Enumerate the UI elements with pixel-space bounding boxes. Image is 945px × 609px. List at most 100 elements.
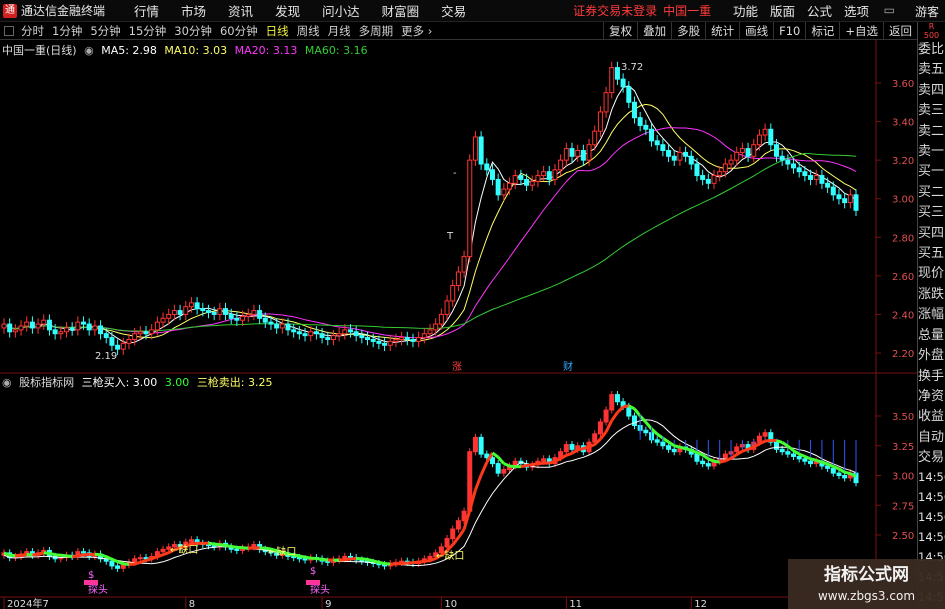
menu-item-1[interactable]: 市场 (170, 1, 217, 20)
candle-body (825, 182, 831, 188)
site-watermark: 指标公式网 www.zbgs3.com (788, 559, 945, 609)
kline-chart[interactable]: 3.72 2.19 涨 财 T - ←缺口 ←缺口 ←缺口 $ $ 探头 探头 3.60 3.40 3.2… (0, 40, 917, 609)
candle-body (541, 171, 547, 177)
quote-label-15: 外盘 (918, 348, 945, 364)
tool-button-4[interactable]: 画线 (739, 22, 773, 40)
tool-button-8[interactable]: 返回 (883, 22, 917, 40)
date-label: 12 (694, 599, 707, 609)
minimize-icon[interactable]: ▭ (884, 3, 895, 17)
tool-button-1[interactable]: 叠加 (637, 22, 671, 40)
sub-trend-line (151, 555, 158, 561)
period-tab-7[interactable]: 周线 (293, 23, 324, 39)
period-tab-9[interactable]: 多周期 (355, 23, 398, 39)
candle-body (813, 175, 819, 180)
menu-item-6[interactable]: 交易 (430, 1, 477, 20)
quote-label-8: 买三 (918, 205, 945, 221)
candle-body (115, 344, 121, 350)
sub-trend-line (673, 444, 681, 449)
period-tab-10[interactable]: 更多 › (397, 23, 436, 39)
candle-body (677, 151, 683, 161)
sub-trend-line (37, 551, 45, 556)
candle-body (643, 124, 649, 130)
tool-button-5[interactable]: F10 (773, 22, 805, 40)
tool-button-2[interactable]: 多股 (671, 22, 705, 40)
candle-body (126, 339, 132, 344)
candle-body (245, 313, 251, 317)
candle-body (18, 325, 24, 331)
candle-body (785, 159, 791, 165)
candle-body (347, 329, 353, 333)
candle-body (569, 148, 575, 157)
sub-trend-line (565, 451, 573, 457)
candle-body (660, 144, 666, 152)
quote-label-18: 收益 (918, 409, 945, 425)
candle-body (268, 321, 274, 325)
sub-candle-body (109, 560, 115, 567)
sub-trend-line (786, 444, 795, 452)
candle-body (847, 194, 853, 204)
candle-body (728, 159, 734, 165)
candle-body (279, 323, 285, 329)
period-tab-3[interactable]: 15分钟 (125, 23, 171, 39)
right-menu-item-0[interactable]: 功能 (727, 1, 764, 20)
right-menu-item-3[interactable]: 选项 (838, 1, 875, 20)
menu-item-2[interactable]: 资讯 (217, 1, 264, 20)
sub-trend-line (372, 559, 380, 564)
tool-button-6[interactable]: 标记 (805, 22, 839, 40)
candle-body (205, 310, 211, 314)
layout-icon[interactable] (4, 25, 14, 36)
tool-button-3[interactable]: 统计 (705, 22, 739, 40)
candle-body (734, 151, 740, 161)
sub-candle-body (569, 444, 575, 450)
sub-trend-line (123, 562, 130, 567)
period-tab-0[interactable]: 分时 (17, 23, 48, 39)
tool-button-7[interactable]: +自选 (839, 22, 883, 40)
candle-body (58, 331, 64, 335)
menu-item-0[interactable]: 行情 (123, 1, 170, 20)
sub-trend-line (644, 421, 653, 430)
guest-label[interactable]: 游客 (915, 3, 939, 20)
sub-pane: ←缺口 ←缺口 ←缺口 $ $ 探头 探头 (1, 391, 859, 596)
sub-trend-line (526, 463, 533, 467)
quote-label-11: 现价 (918, 266, 945, 282)
menu-item-5[interactable]: 财富圈 (371, 1, 431, 20)
candle-body (791, 163, 797, 169)
sub-trend-line (117, 560, 124, 566)
app-logo-icon: 通 (3, 3, 17, 18)
candle-body (711, 175, 717, 184)
sub-candle-body (132, 558, 138, 563)
sub-candle-body (842, 475, 848, 479)
candle-body (359, 335, 365, 339)
period-tab-1[interactable]: 1分钟 (48, 23, 86, 39)
candle-body (211, 312, 217, 315)
sub-candle-body (302, 558, 308, 561)
candle-body (705, 178, 711, 184)
candle-body (575, 150, 581, 157)
sub-trend-line (225, 543, 232, 548)
period-tab-2[interactable]: 5分钟 (86, 23, 124, 39)
sub-trend-line (610, 411, 619, 422)
quote-label-6: 买一 (918, 164, 945, 180)
login-notice[interactable]: 证券交易未登录 中国一重 (573, 2, 711, 19)
menu-item-3[interactable]: 发现 (264, 1, 311, 20)
sub-trend-line (662, 436, 670, 444)
period-tab-4[interactable]: 30分钟 (170, 23, 216, 39)
period-tab-5[interactable]: 60分钟 (216, 23, 262, 39)
candle-body (489, 169, 495, 180)
sub-candle-body (495, 463, 501, 474)
tool-button-0[interactable]: 复权 (603, 22, 637, 40)
candle-body (393, 339, 399, 342)
sub-trend-line (66, 554, 73, 559)
candle-body (137, 331, 143, 335)
sub-candle-body (705, 463, 711, 467)
period-tab-6[interactable]: 日线 (262, 23, 293, 39)
right-menu-item-1[interactable]: 版面 (764, 1, 801, 20)
period-tab-8[interactable]: 月线 (324, 23, 355, 39)
sub-trend-line (304, 555, 311, 560)
quote-label-3: 卖三 (918, 103, 945, 119)
sub-trend-line (299, 554, 306, 559)
sub-candle-body (472, 436, 478, 453)
right-menu-item-2[interactable]: 公式 (801, 1, 838, 20)
menu-item-4[interactable]: 问小达 (311, 1, 371, 20)
date-label: 9 (325, 599, 331, 609)
